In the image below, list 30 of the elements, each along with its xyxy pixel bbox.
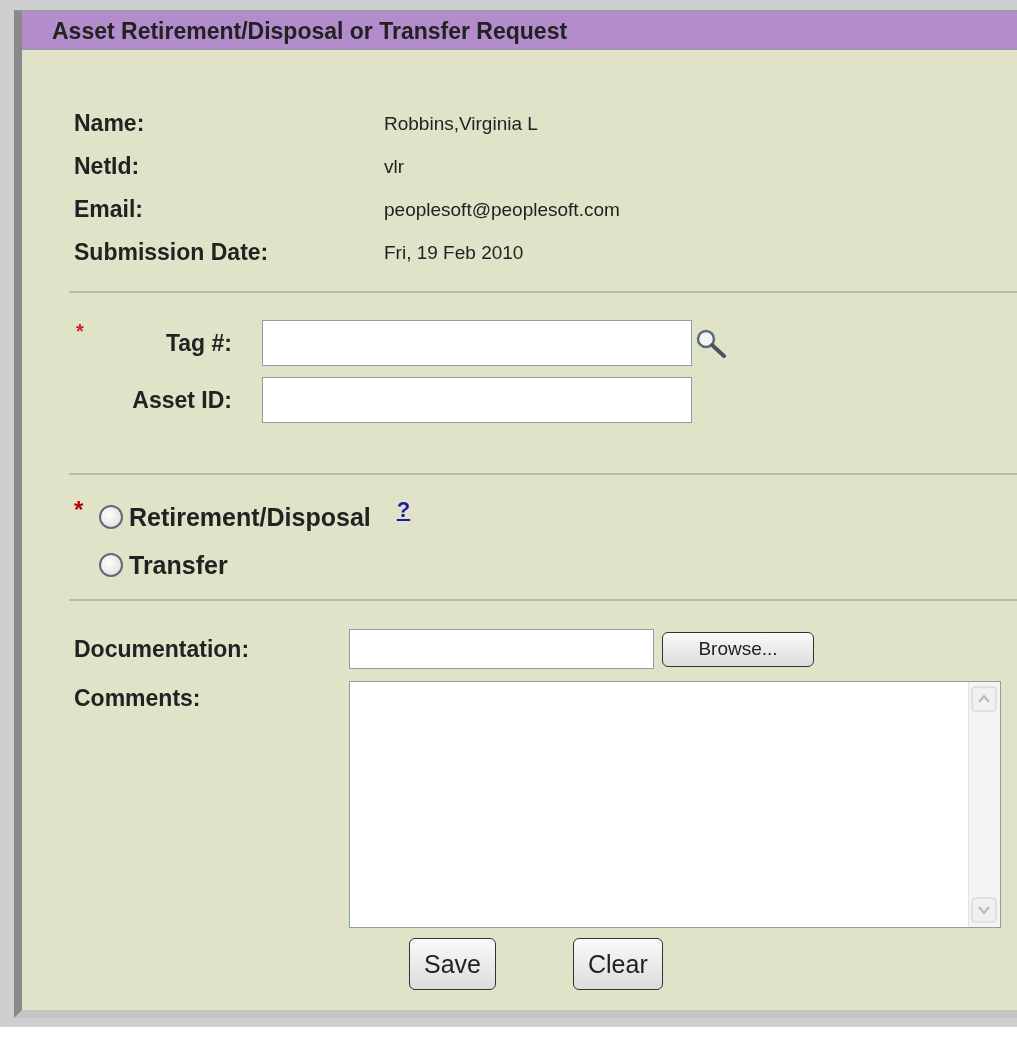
field-label: Asset ID: <box>131 386 232 414</box>
form-title: Asset Retirement/Disposal or Transfer Request <box>22 12 1017 50</box>
help-link[interactable]: ? <box>396 497 411 523</box>
field-value: peoplesoft@peoplesoft.com <box>384 198 621 222</box>
form-button[interactable]: Save <box>409 938 496 990</box>
radio-button[interactable] <box>99 505 123 529</box>
field-label: Email: <box>74 195 145 224</box>
field-label: Submission Date: <box>74 238 270 267</box>
browse-button[interactable]: Browse... <box>662 631 814 667</box>
scroll-up-icon[interactable] <box>971 686 997 712</box>
field-value: vlr <box>384 155 406 179</box>
form-button[interactable]: Clear <box>573 938 663 990</box>
input-field[interactable] <box>262 320 692 366</box>
field-label: Name: <box>74 109 146 138</box>
scrollbar[interactable] <box>968 682 1000 927</box>
field-value: Fri, 19 Feb 2010 <box>384 241 525 265</box>
required-mark: * <box>74 497 85 523</box>
field-label: Tag #: <box>164 329 232 357</box>
file-input-field[interactable] <box>349 629 654 669</box>
field-label: Comments: <box>74 684 202 712</box>
search-icon[interactable] <box>694 328 728 358</box>
field-label: Documentation: <box>74 635 251 663</box>
scroll-down-icon[interactable] <box>971 897 997 923</box>
required-mark: * <box>76 320 84 342</box>
radio-label[interactable]: Transfer <box>129 550 228 580</box>
input-field[interactable] <box>262 377 692 423</box>
field-label: NetId: <box>74 152 141 181</box>
radio-label[interactable]: Retirement/Disposal <box>129 502 371 532</box>
field-value: Robbins,Virginia L <box>384 112 539 136</box>
radio-button[interactable] <box>99 553 123 577</box>
